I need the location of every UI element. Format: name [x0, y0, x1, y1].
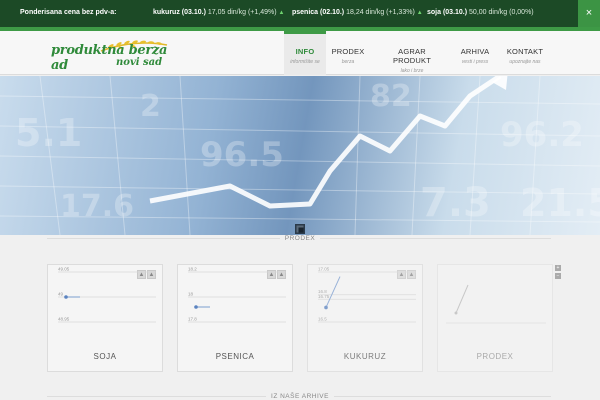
- card-title: PRODEX: [476, 352, 514, 361]
- ticker-item-name: kukuruz (03.10.): [153, 9, 206, 16]
- tick-label: 16.75: [318, 294, 330, 299]
- tick-label: 49: [58, 292, 64, 297]
- tick-label: 48.95: [58, 317, 70, 322]
- svg-text:82: 82: [370, 79, 412, 114]
- minus-icon[interactable]: −: [555, 273, 561, 279]
- ticker-item-name: soja (03.10.): [427, 9, 468, 16]
- card-title: PSENICA: [215, 352, 255, 361]
- tick-label: 17.05: [318, 267, 330, 272]
- nav-item-info[interactable]: INFO informišite se: [284, 31, 326, 75]
- svg-text:5.1: 5.1: [15, 111, 82, 155]
- tick-label: 49.05: [58, 267, 70, 272]
- hero-banner: 5.1 2 96.5 82 7.3 96.2 21.5 17.6: [0, 76, 600, 235]
- data-point: [194, 305, 198, 309]
- nav-label: AGRAR PRODUKT: [392, 47, 432, 65]
- stock-graph-image: 5.1 2 96.5 82 7.3 96.2 21.5 17.6: [0, 76, 600, 235]
- ticker-item-value: 18,24 din/kg (+1,33%): [346, 9, 415, 16]
- ticker-item-value: 17,05 din/kg (+1,49%): [207, 9, 277, 16]
- card-title: SOJA: [93, 352, 117, 361]
- price-ticker: Ponderisana cena bez pdv-a: kukuruz (03.…: [0, 0, 600, 27]
- svg-text:2: 2: [140, 89, 161, 124]
- svg-text:21.5: 21.5: [520, 181, 600, 225]
- ticker-item-soja[interactable]: soja (03.10.) 50,00 din/kg (0,00%): [427, 9, 534, 16]
- tick-label: 18.2: [188, 267, 197, 272]
- ticker-title: Ponderisana cena bez pdv-a:: [20, 9, 117, 16]
- nav-sublabel: lako i brze: [400, 68, 424, 74]
- section-title-archive: IZ NAŠE ARHIVE: [0, 393, 600, 400]
- section-title-text: PRODEX: [279, 235, 321, 242]
- svg-text:7.3: 7.3: [420, 180, 491, 226]
- ticker-item-value: 50,00 din/kg (0,00%): [469, 9, 534, 16]
- arrow-up-icon: ▲: [416, 10, 423, 16]
- logo[interactable]: produktna berza ad novi sad: [51, 39, 171, 73]
- nav-label: PRODEX: [331, 47, 365, 56]
- nav-item-kontakt[interactable]: KONTAKT upoznajte nas: [504, 31, 546, 75]
- svg-text:17.6: 17.6: [60, 189, 134, 224]
- plus-icon[interactable]: +: [555, 265, 561, 271]
- close-icon[interactable]: ×: [578, 0, 600, 27]
- mini-chart: 18.2 18 17.8: [188, 267, 286, 323]
- nav-item-prodex[interactable]: PRODEX berza: [330, 31, 366, 75]
- nav-label: ARHIVA: [460, 47, 490, 56]
- section-title-text: IZ NAŠE ARHIVE: [266, 393, 334, 400]
- svg-text:96.5: 96.5: [200, 135, 284, 175]
- series-line: [325, 276, 341, 308]
- loading-icon: [295, 224, 305, 234]
- card-title: KUKURUZ: [343, 352, 387, 361]
- mini-chart: 17.0516.816.7516.5: [318, 267, 416, 323]
- chart-card-soja[interactable]: ▲ ▲ 49.05 49 48.95 SOJA: [47, 264, 163, 372]
- chart-card-prodex[interactable]: PRODEX: [437, 264, 553, 372]
- mini-chart: 49.05 49 48.95: [58, 267, 156, 323]
- data-point: [324, 305, 328, 310]
- site-header: produktna berza ad novi sad INFO informi…: [0, 31, 600, 75]
- chart-card-kukuruz[interactable]: ▲ ▲ 17.05 16.8 16.75 16.5 KUKURUZ: [307, 264, 423, 372]
- logo-subtext: novi sad: [116, 57, 163, 68]
- nav-label: INFO: [295, 47, 315, 56]
- nav-label: KONTAKT: [506, 47, 544, 56]
- mini-chart: [446, 284, 546, 324]
- ticker-item-kukuruz[interactable]: kukuruz (03.10.) 17,05 din/kg (+1,49%) ▲: [153, 9, 284, 16]
- nav-item-arhiva[interactable]: ARHIVA vesti i press: [456, 31, 494, 75]
- arrow-up-icon: ▲: [278, 10, 285, 16]
- ticker-item-psenica[interactable]: psenica (02.10.) 18,24 din/kg (+1,33%) ▲: [292, 9, 423, 16]
- carousel-controls: + −: [555, 265, 561, 281]
- section-title-prodex: PRODEX: [0, 235, 600, 242]
- nav-sublabel: informišite se: [290, 59, 320, 65]
- ticker-item-name: psenica (02.10.): [292, 9, 345, 16]
- tick-label: 18: [188, 292, 194, 297]
- data-point: [64, 295, 68, 299]
- nav-sublabel: berza: [341, 59, 355, 65]
- nav-sublabel: upoznajte nas: [509, 59, 541, 65]
- nav-sublabel: vesti i press: [461, 59, 489, 65]
- svg-text:96.2: 96.2: [500, 115, 584, 155]
- tick-label: 17.8: [188, 317, 197, 322]
- chart-card-psenica[interactable]: ▲ ▲ 18.2 18 17.8 PSENICA: [177, 264, 293, 372]
- nav-item-agrar-produkt[interactable]: AGRAR PRODUKT lako i brze: [378, 31, 446, 75]
- tick-label: 16.5: [318, 317, 327, 322]
